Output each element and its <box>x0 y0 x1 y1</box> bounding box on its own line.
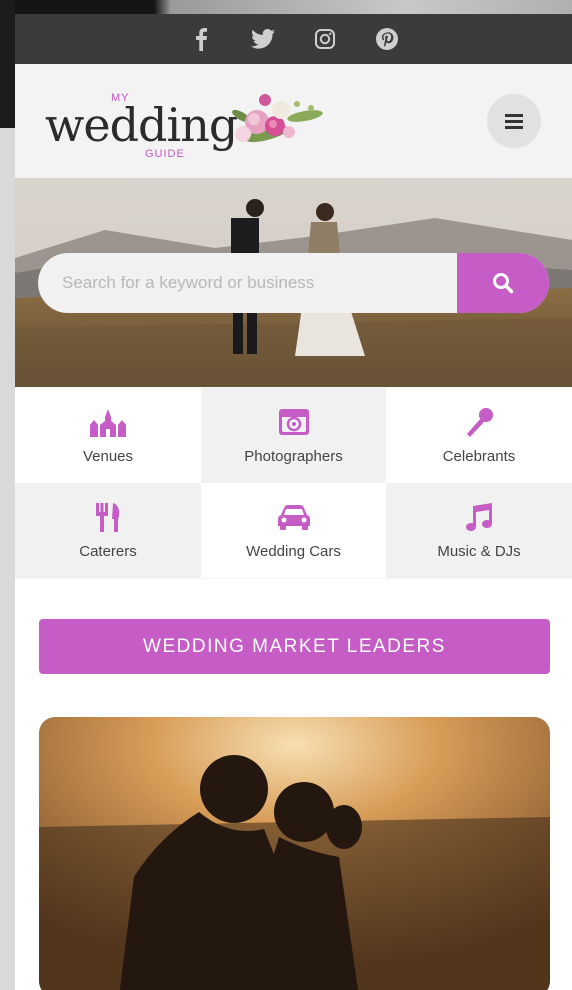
category-grid: Venues Photographers Celebrants Caterers… <box>15 388 572 578</box>
twitter-icon[interactable] <box>249 25 277 53</box>
background-left-dark <box>0 0 15 128</box>
category-label: Caterers <box>79 543 137 560</box>
bouquet-icon <box>232 94 323 143</box>
car-icon <box>277 501 311 533</box>
hamburger-icon <box>505 114 523 129</box>
microphone-icon <box>463 406 495 438</box>
category-label: Music & DJs <box>437 543 521 560</box>
social-bar <box>15 14 572 64</box>
venue-icon <box>88 406 128 438</box>
search-input[interactable] <box>38 253 457 313</box>
category-label: Wedding Cars <box>246 543 341 560</box>
search-bar <box>38 253 549 313</box>
category-venues[interactable]: Venues <box>15 388 201 483</box>
facebook-icon[interactable] <box>187 25 215 53</box>
category-label: Venues <box>82 448 134 465</box>
search-icon <box>493 273 514 294</box>
pinterest-icon[interactable] <box>373 25 401 53</box>
couple-photo <box>39 717 550 990</box>
category-caterers[interactable]: Caterers <box>15 483 201 578</box>
hamburger-menu-button[interactable] <box>487 94 541 148</box>
site-header: MY wedding GUIDE <box>15 64 572 178</box>
category-music-djs[interactable]: Music & DJs <box>386 483 572 578</box>
search-button[interactable] <box>457 253 549 313</box>
mobile-page: MY wedding GUIDE Search for a keyword or… <box>15 14 572 990</box>
cutlery-icon <box>94 501 122 533</box>
content-section: WEDDING MARKET LEADERS <box>15 579 572 990</box>
category-wedding-cars[interactable]: Wedding Cars <box>201 483 386 578</box>
logo-wedding-text: wedding <box>45 98 238 152</box>
category-label: Photographers <box>244 448 343 465</box>
music-note-icon <box>464 501 494 533</box>
category-photographers[interactable]: Photographers <box>201 388 386 483</box>
camera-icon <box>278 406 310 438</box>
instagram-icon[interactable] <box>311 25 339 53</box>
category-label: Celebrants <box>442 448 516 465</box>
background-left <box>0 0 15 990</box>
wedding-market-leaders-button[interactable]: WEDDING MARKET LEADERS <box>39 619 550 674</box>
logo-guide-text: GUIDE <box>145 148 185 160</box>
category-celebrants[interactable]: Celebrants <box>386 388 572 483</box>
background-top <box>15 0 572 14</box>
site-logo[interactable]: MY wedding GUIDE <box>45 86 335 166</box>
